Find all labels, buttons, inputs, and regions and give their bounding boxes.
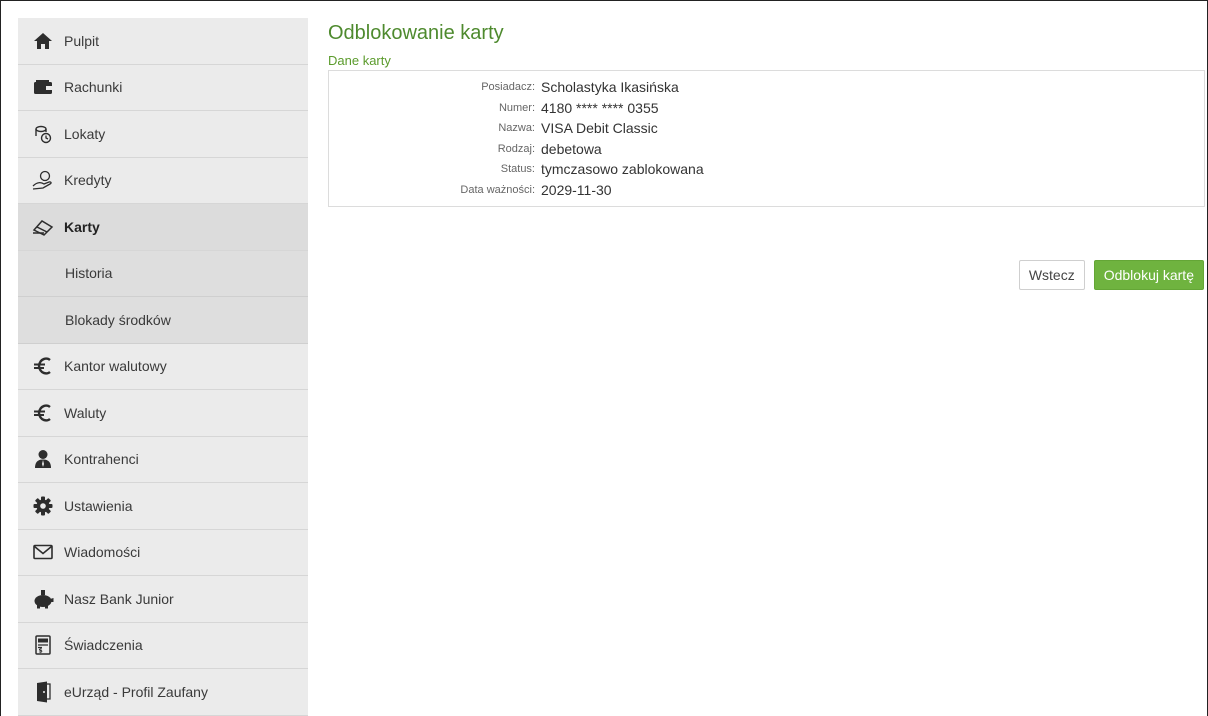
detail-row-type: Rodzaj: debetowa <box>329 139 1204 160</box>
sidebar-item-junior[interactable]: Nasz Bank Junior <box>18 576 308 623</box>
sidebar-item-kontrahenci[interactable]: Kontrahenci <box>18 436 308 483</box>
detail-row-holder: Posiadacz: Scholastyka Ikasińska <box>329 77 1204 98</box>
card-hand-icon <box>30 216 56 238</box>
sidebar-item-label: Waluty <box>64 404 107 421</box>
sidebar: Pulpit Rachunki Lokaty Kredyty Karty His… <box>18 18 308 716</box>
detail-value: 4180 **** **** 0355 <box>541 99 659 116</box>
door-icon <box>30 681 56 703</box>
sidebar-item-swiadczenia[interactable]: $ Świadczenia <box>18 622 308 669</box>
sidebar-item-pulpit[interactable]: Pulpit <box>18 18 308 65</box>
sidebar-item-label: Historia <box>65 265 113 282</box>
piggy-bank-icon <box>30 588 56 610</box>
svg-text:$: $ <box>39 648 43 655</box>
gear-icon <box>30 495 56 517</box>
sidebar-item-wiadomosci[interactable]: Wiadomości <box>18 529 308 576</box>
main-content: Odblokowanie karty Dane karty Posiadacz:… <box>328 18 1206 290</box>
sidebar-item-label: Pulpit <box>64 32 100 49</box>
detail-row-status: Status: tymczasowo zablokowana <box>329 159 1204 180</box>
sidebar-item-label: eUrząd - Profil Zaufany <box>64 683 208 700</box>
sidebar-item-label: Kredyty <box>64 172 112 189</box>
wallet-icon <box>30 76 56 98</box>
euro-icon <box>30 402 56 424</box>
home-icon <box>30 30 56 52</box>
detail-label: Nazwa: <box>498 122 535 135</box>
sidebar-item-label: Wiadomości <box>64 544 141 561</box>
document-money-icon: $ <box>30 634 56 656</box>
sidebar-item-label: Kontrahenci <box>64 451 139 468</box>
sidebar-subitem-historia[interactable]: Historia <box>18 250 308 297</box>
unlock-card-button[interactable]: Odblokuj kartę <box>1093 260 1204 290</box>
coins-clock-icon <box>30 123 56 145</box>
detail-row-number: Numer: 4180 **** **** 0355 <box>329 98 1204 119</box>
sidebar-item-label: Lokaty <box>64 125 106 142</box>
sidebar-item-eurzad[interactable]: eUrząd - Profil Zaufany <box>18 669 308 716</box>
sidebar-item-label: Kantor walutowy <box>64 358 167 375</box>
detail-label: Data ważności: <box>460 183 535 196</box>
sidebar-item-rachunki[interactable]: Rachunki <box>18 64 308 111</box>
person-icon <box>30 448 56 470</box>
action-buttons: Wstecz Odblokuj kartę <box>1018 260 1204 290</box>
detail-value: 2029-11-30 <box>541 181 612 198</box>
sidebar-item-label: Świadczenia <box>64 637 143 654</box>
back-button[interactable]: Wstecz <box>1018 260 1085 290</box>
euro-icon <box>30 355 56 377</box>
sidebar-item-label: Ustawienia <box>64 497 133 514</box>
page-title: Odblokowanie karty <box>328 22 504 44</box>
section-title: Dane karty <box>328 53 391 68</box>
sidebar-item-label: Karty <box>64 218 100 235</box>
sidebar-item-kantor[interactable]: Kantor walutowy <box>18 343 308 390</box>
detail-value: tymczasowo zablokowana <box>541 161 704 178</box>
detail-label: Numer: <box>498 101 535 114</box>
sidebar-item-waluty[interactable]: Waluty <box>18 390 308 437</box>
detail-label: Rodzaj: <box>497 142 535 155</box>
sidebar-item-kredyty[interactable]: Kredyty <box>18 157 308 204</box>
detail-value: Scholastyka Ikasińska <box>541 79 679 96</box>
detail-value: debetowa <box>541 140 602 157</box>
sidebar-item-label: Nasz Bank Junior <box>64 590 174 607</box>
envelope-icon <box>30 541 56 563</box>
sidebar-item-label: Rachunki <box>64 79 123 96</box>
detail-row-name: Nazwa: VISA Debit Classic <box>329 118 1204 139</box>
sidebar-item-label: Blokady środków <box>65 311 171 328</box>
detail-label: Status: <box>500 163 535 176</box>
sidebar-item-ustawienia[interactable]: Ustawienia <box>18 483 308 530</box>
detail-label: Posiadacz: <box>481 81 535 94</box>
detail-value: VISA Debit Classic <box>541 120 658 137</box>
sidebar-subitem-blokady[interactable]: Blokady środków <box>18 297 308 344</box>
detail-row-expiry: Data ważności: 2029-11-30 <box>329 180 1204 201</box>
sidebar-item-karty[interactable]: Karty <box>18 204 308 251</box>
card-details-panel: Posiadacz: Scholastyka Ikasińska Numer: … <box>328 70 1205 207</box>
sidebar-item-lokaty[interactable]: Lokaty <box>18 111 308 158</box>
hand-coin-icon <box>30 169 56 191</box>
